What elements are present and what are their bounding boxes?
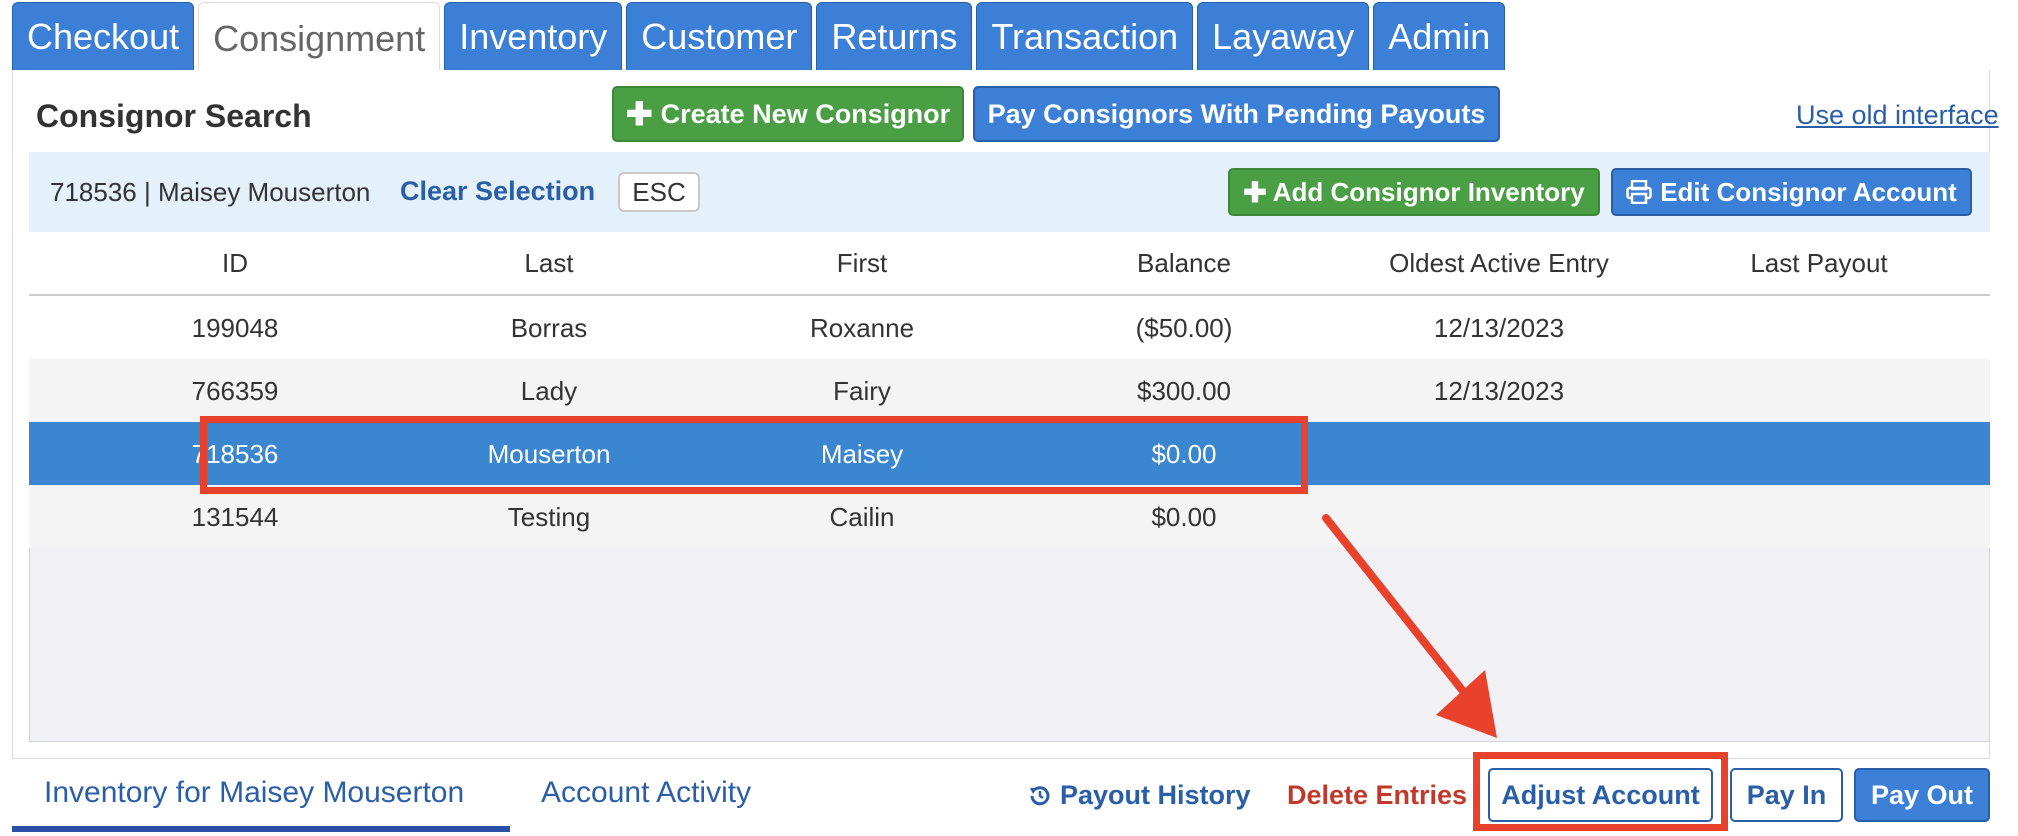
pay-out-button[interactable]: Pay Out: [1854, 768, 1990, 822]
tab-returns[interactable]: Returns: [816, 2, 973, 70]
tab-inventory[interactable]: Inventory: [444, 2, 623, 70]
cell-first: Cailin: [829, 502, 895, 532]
table-header: ID Last First Balance Oldest Active Entr…: [29, 232, 1990, 296]
tab-consignment[interactable]: Consignment: [198, 2, 441, 74]
cell-last: Testing: [507, 502, 591, 532]
table-row[interactable]: 199048 Borras Roxanne ($50.00) 12/13/202…: [29, 296, 1990, 359]
tab-layaway[interactable]: Layaway: [1197, 2, 1370, 70]
col-header-balance[interactable]: Balance: [1094, 248, 1274, 279]
pay-in-button[interactable]: Pay In: [1730, 768, 1843, 822]
col-header-oldest-active-entry[interactable]: Oldest Active Entry: [1369, 248, 1629, 279]
table-row[interactable]: 766359 Lady Fairy $300.00 12/13/2023: [29, 359, 1990, 422]
history-icon: [1028, 784, 1052, 808]
delete-entries-link[interactable]: Delete Entries: [1287, 780, 1467, 811]
tab-admin[interactable]: Admin: [1373, 2, 1506, 70]
edit-consignor-account-button[interactable]: Edit Consignor Account: [1611, 168, 1972, 216]
arrow-icon: [1322, 514, 1497, 738]
printer-icon: [1626, 180, 1652, 204]
cell-first: Roxanne: [809, 313, 915, 343]
cell-balance: $300.00: [1137, 376, 1231, 406]
selected-consignor-label: 718536 | Maisey Mouserton: [50, 177, 371, 207]
cell-id: 131544: [191, 502, 279, 532]
col-header-first[interactable]: First: [782, 248, 942, 279]
cell-last: Lady: [520, 376, 578, 406]
col-header-last[interactable]: Last: [469, 248, 629, 279]
create-new-consignor-button[interactable]: ✚ Create New Consignor: [612, 86, 964, 142]
table-row[interactable]: 131544 Testing Cailin $0.00: [29, 485, 1990, 548]
tab-transaction[interactable]: Transaction: [976, 2, 1194, 70]
col-header-id[interactable]: ID: [175, 248, 295, 279]
annotation-highlight-adjust-account: [1473, 752, 1728, 831]
pay-pending-payouts-button[interactable]: Pay Consignors With Pending Payouts: [973, 86, 1500, 142]
main-tab-bar: Checkout Consignment Inventory Customer …: [12, 2, 1506, 74]
cell-id: 766359: [191, 376, 279, 406]
cell-balance: $0.00: [1151, 502, 1217, 532]
payout-history-link[interactable]: Payout History: [1028, 780, 1251, 811]
col-header-last-payout[interactable]: Last Payout: [1709, 248, 1929, 279]
page-title: Consignor Search: [36, 98, 312, 134]
cell-oldest-entry: 12/13/2023: [1433, 313, 1565, 343]
use-old-interface-link[interactable]: Use old interface: [1796, 100, 1999, 131]
clear-selection-link[interactable]: Clear Selection: [400, 176, 595, 207]
tab-inventory-for-consignor[interactable]: Inventory for Maisey Mouserton: [44, 776, 464, 810]
tab-customer[interactable]: Customer: [626, 2, 813, 70]
cell-id: 199048: [191, 313, 279, 343]
tab-account-activity[interactable]: Account Activity: [541, 776, 751, 810]
cell-first: Fairy: [833, 376, 891, 406]
cell-balance: ($50.00): [1135, 313, 1233, 343]
tab-checkout[interactable]: Checkout: [12, 2, 195, 70]
annotation-highlight-row: [200, 416, 1308, 494]
plus-icon: ✚: [625, 96, 653, 132]
cell-last: Borras: [510, 313, 588, 343]
plus-icon: ✚: [1243, 176, 1267, 208]
cell-oldest-entry: 12/13/2023: [1433, 376, 1565, 406]
active-tab-indicator: [12, 826, 510, 832]
add-consignor-inventory-button[interactable]: ✚ Add Consignor Inventory: [1228, 168, 1600, 216]
esc-key-badge: ESC: [618, 172, 700, 212]
